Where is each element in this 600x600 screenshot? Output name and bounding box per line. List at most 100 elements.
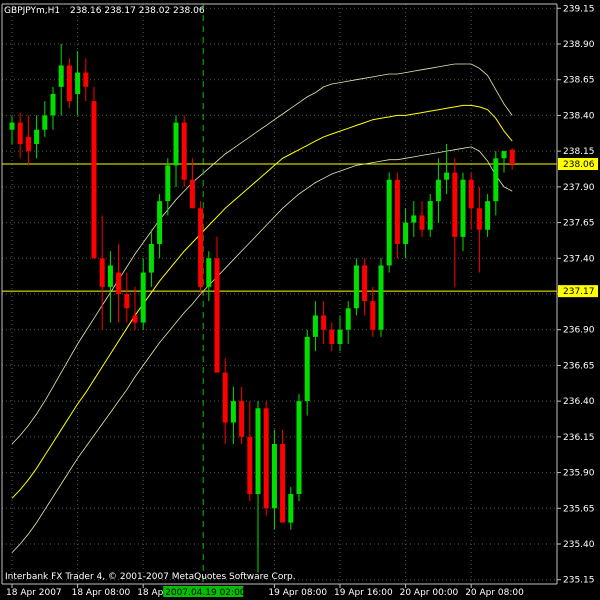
y-tick-label: 237.40 <box>563 254 595 264</box>
candle-body <box>157 201 163 244</box>
candle-body <box>329 329 335 344</box>
candle-body <box>148 244 154 273</box>
candle[interactable] <box>198 201 204 294</box>
candle[interactable] <box>181 115 187 187</box>
candle-body <box>124 294 130 309</box>
candle-body <box>493 158 499 202</box>
y-tick-label: 239.15 <box>563 4 595 14</box>
candle-body <box>419 215 425 230</box>
x-tick-label: 20 Apr 00:00 <box>400 588 459 598</box>
candle-body <box>403 222 409 244</box>
candle-body <box>42 115 48 130</box>
candle-body <box>485 201 491 230</box>
candle-body <box>91 101 97 259</box>
candle-body <box>214 258 220 373</box>
candle-body <box>288 494 294 523</box>
candle[interactable] <box>91 86 97 259</box>
candle-body <box>132 315 138 323</box>
chart-canvas[interactable]: 239.15 238.90 238.65 238.40 238.15 237.90 237.… <box>0 0 600 600</box>
candle-body <box>386 179 392 266</box>
candle-body <box>116 272 122 294</box>
price-chart[interactable]: 239.15 238.90 238.65 238.40 238.15 237.90 237.… <box>0 0 600 600</box>
candle-body <box>198 208 204 287</box>
y-tick-label: 236.15 <box>563 433 595 443</box>
candle-body <box>107 265 113 287</box>
candle-body <box>353 265 359 309</box>
y-tick-label: 235.90 <box>563 469 595 479</box>
candle-body <box>83 72 89 87</box>
y-tick-label: 236.40 <box>563 397 595 407</box>
candle-body <box>271 444 277 509</box>
candle-body <box>230 401 236 423</box>
candle-body <box>337 329 343 344</box>
candle-body <box>468 179 474 209</box>
candle-body <box>239 401 245 437</box>
candle-body <box>99 258 105 287</box>
y-tick-label: 235.65 <box>563 504 595 514</box>
candle-body <box>58 65 64 87</box>
candle-body <box>370 301 376 330</box>
candle-body <box>173 122 179 166</box>
candle-body <box>9 122 15 130</box>
candle-body <box>66 65 72 102</box>
candle[interactable] <box>263 401 269 516</box>
y-tick-label: 235.15 <box>563 576 595 586</box>
candle-body <box>75 72 81 94</box>
x-tick-label: 18 Apr 2007 <box>6 588 62 598</box>
y-tick-label: 236.65 <box>563 361 595 371</box>
chart-ohlc: 238.16 238.17 238.02 238.06 <box>70 6 205 16</box>
x-tick-label: 19 Apr 08:00 <box>268 588 327 598</box>
candle-body <box>501 151 507 159</box>
y-tick-label: 237.90 <box>563 183 595 193</box>
candle-body <box>411 215 417 223</box>
candle-body <box>296 401 302 494</box>
candle-body <box>189 179 195 209</box>
candle-body <box>280 444 286 523</box>
candle[interactable] <box>353 258 359 316</box>
candle-body <box>362 265 368 302</box>
platform-footer: Interbank FX Trader 4, © 2001-2007 MetaQ… <box>5 572 296 582</box>
y-tick-label: 235.40 <box>563 540 595 550</box>
candle-body <box>345 308 351 330</box>
x-tick-label: 20 Apr 08:00 <box>465 588 524 598</box>
candle[interactable] <box>296 394 302 502</box>
y-tick-label: 237.65 <box>563 219 595 229</box>
candle-body <box>181 122 187 180</box>
y-tick-label: 238.65 <box>563 76 595 86</box>
y-tick-label: 236.90 <box>563 326 595 336</box>
price-level-label: 237.17 <box>563 287 595 297</box>
candle-body <box>255 408 261 494</box>
candle-body <box>452 172 458 237</box>
x-tick-label: 18 Apr 08:00 <box>72 588 131 598</box>
price-level-label: 238.06 <box>563 160 595 170</box>
time-marker-label: 2007.04.19 02:00 <box>165 588 246 598</box>
x-tick-label: 19 Apr 16:00 <box>334 588 393 598</box>
candle-body <box>25 136 31 152</box>
candle-body <box>394 179 400 244</box>
candle-body <box>444 172 450 180</box>
candle-body <box>460 179 466 237</box>
y-tick-label: 238.40 <box>563 111 595 121</box>
candle-body <box>378 265 384 330</box>
candle-body <box>140 272 146 323</box>
candle-body <box>435 179 441 202</box>
candle[interactable] <box>386 172 392 273</box>
candle-body <box>50 94 56 116</box>
chart-symbol: GBPJPYm,H1 <box>4 6 60 16</box>
candle-body <box>427 201 433 230</box>
candle[interactable] <box>378 258 384 337</box>
candle-body <box>321 315 327 330</box>
candle-body <box>34 129 40 144</box>
candle-body <box>509 149 515 164</box>
candle-body <box>165 165 171 202</box>
candle-body <box>263 408 269 509</box>
candle-body <box>312 315 318 337</box>
candle-body <box>476 208 482 230</box>
y-tick-label: 238.15 <box>563 147 595 157</box>
chart-background <box>0 0 600 600</box>
y-tick-label: 238.90 <box>563 40 595 50</box>
candle-body <box>17 122 23 144</box>
candle-body <box>304 336 310 402</box>
candle-body <box>222 372 228 423</box>
candle[interactable] <box>66 58 72 109</box>
